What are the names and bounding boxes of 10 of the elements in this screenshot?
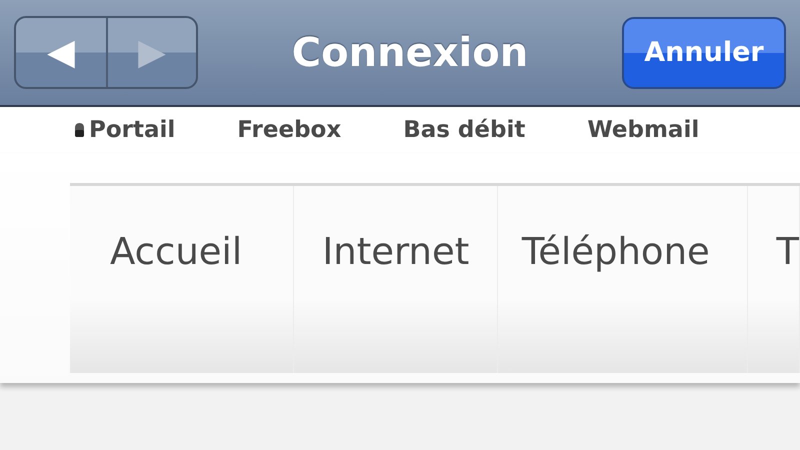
menu-tab[interactable]: Accueil: [70, 186, 294, 373]
menu-tab[interactable]: T: [748, 186, 800, 373]
top-link[interactable]: Freebox: [237, 117, 342, 143]
back-button[interactable]: ◀: [16, 18, 106, 87]
top-link[interactable]: Portail: [74, 117, 176, 143]
menu-tab[interactable]: Téléphone: [498, 186, 748, 373]
top-link[interactable]: Webmail: [587, 117, 700, 143]
window-title: Connexion: [290, 30, 530, 76]
menu-tab[interactable]: Internet: [294, 186, 498, 373]
top-link[interactable]: Bas débit: [403, 117, 526, 143]
